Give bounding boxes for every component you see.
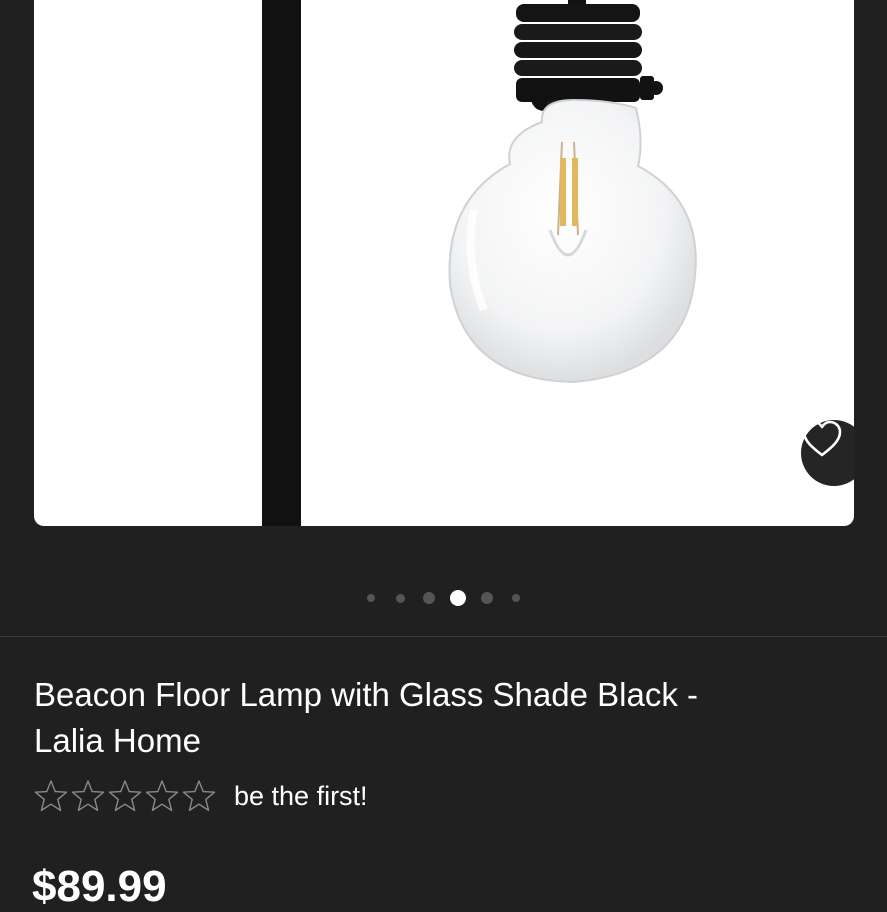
floor-lamp-bulb-photo: [262, 0, 697, 526]
rating-row[interactable]: be the first!: [34, 776, 368, 816]
pagination-dot[interactable]: [481, 592, 493, 604]
image-pagination-dots[interactable]: [0, 588, 887, 608]
rating-stars[interactable]: [34, 779, 219, 813]
pagination-dot[interactable]: [395, 593, 405, 603]
product-price: $89.99: [32, 862, 167, 911]
pagination-dot[interactable]: [512, 594, 520, 602]
product-title: Beacon Floor Lamp with Glass Shade Black…: [34, 672, 834, 764]
product-title-line2: Lalia Home: [34, 722, 201, 759]
pagination-dot[interactable]: [450, 590, 466, 606]
heart-icon: [802, 420, 842, 457]
star-outline-icon[interactable]: [71, 779, 105, 813]
section-divider: [0, 636, 887, 637]
star-outline-icon[interactable]: [182, 779, 216, 813]
star-outline-icon[interactable]: [108, 779, 142, 813]
product-image-card[interactable]: [34, 0, 854, 526]
rating-prompt[interactable]: be the first!: [234, 781, 368, 812]
lamp-pole: [262, 0, 301, 526]
star-outline-icon[interactable]: [34, 779, 68, 813]
product-title-line1: Beacon Floor Lamp with Glass Shade Black…: [34, 676, 698, 713]
pagination-dot[interactable]: [423, 592, 435, 604]
pagination-dot[interactable]: [367, 594, 375, 602]
glass-bulb: [448, 98, 697, 384]
star-outline-icon[interactable]: [145, 779, 179, 813]
